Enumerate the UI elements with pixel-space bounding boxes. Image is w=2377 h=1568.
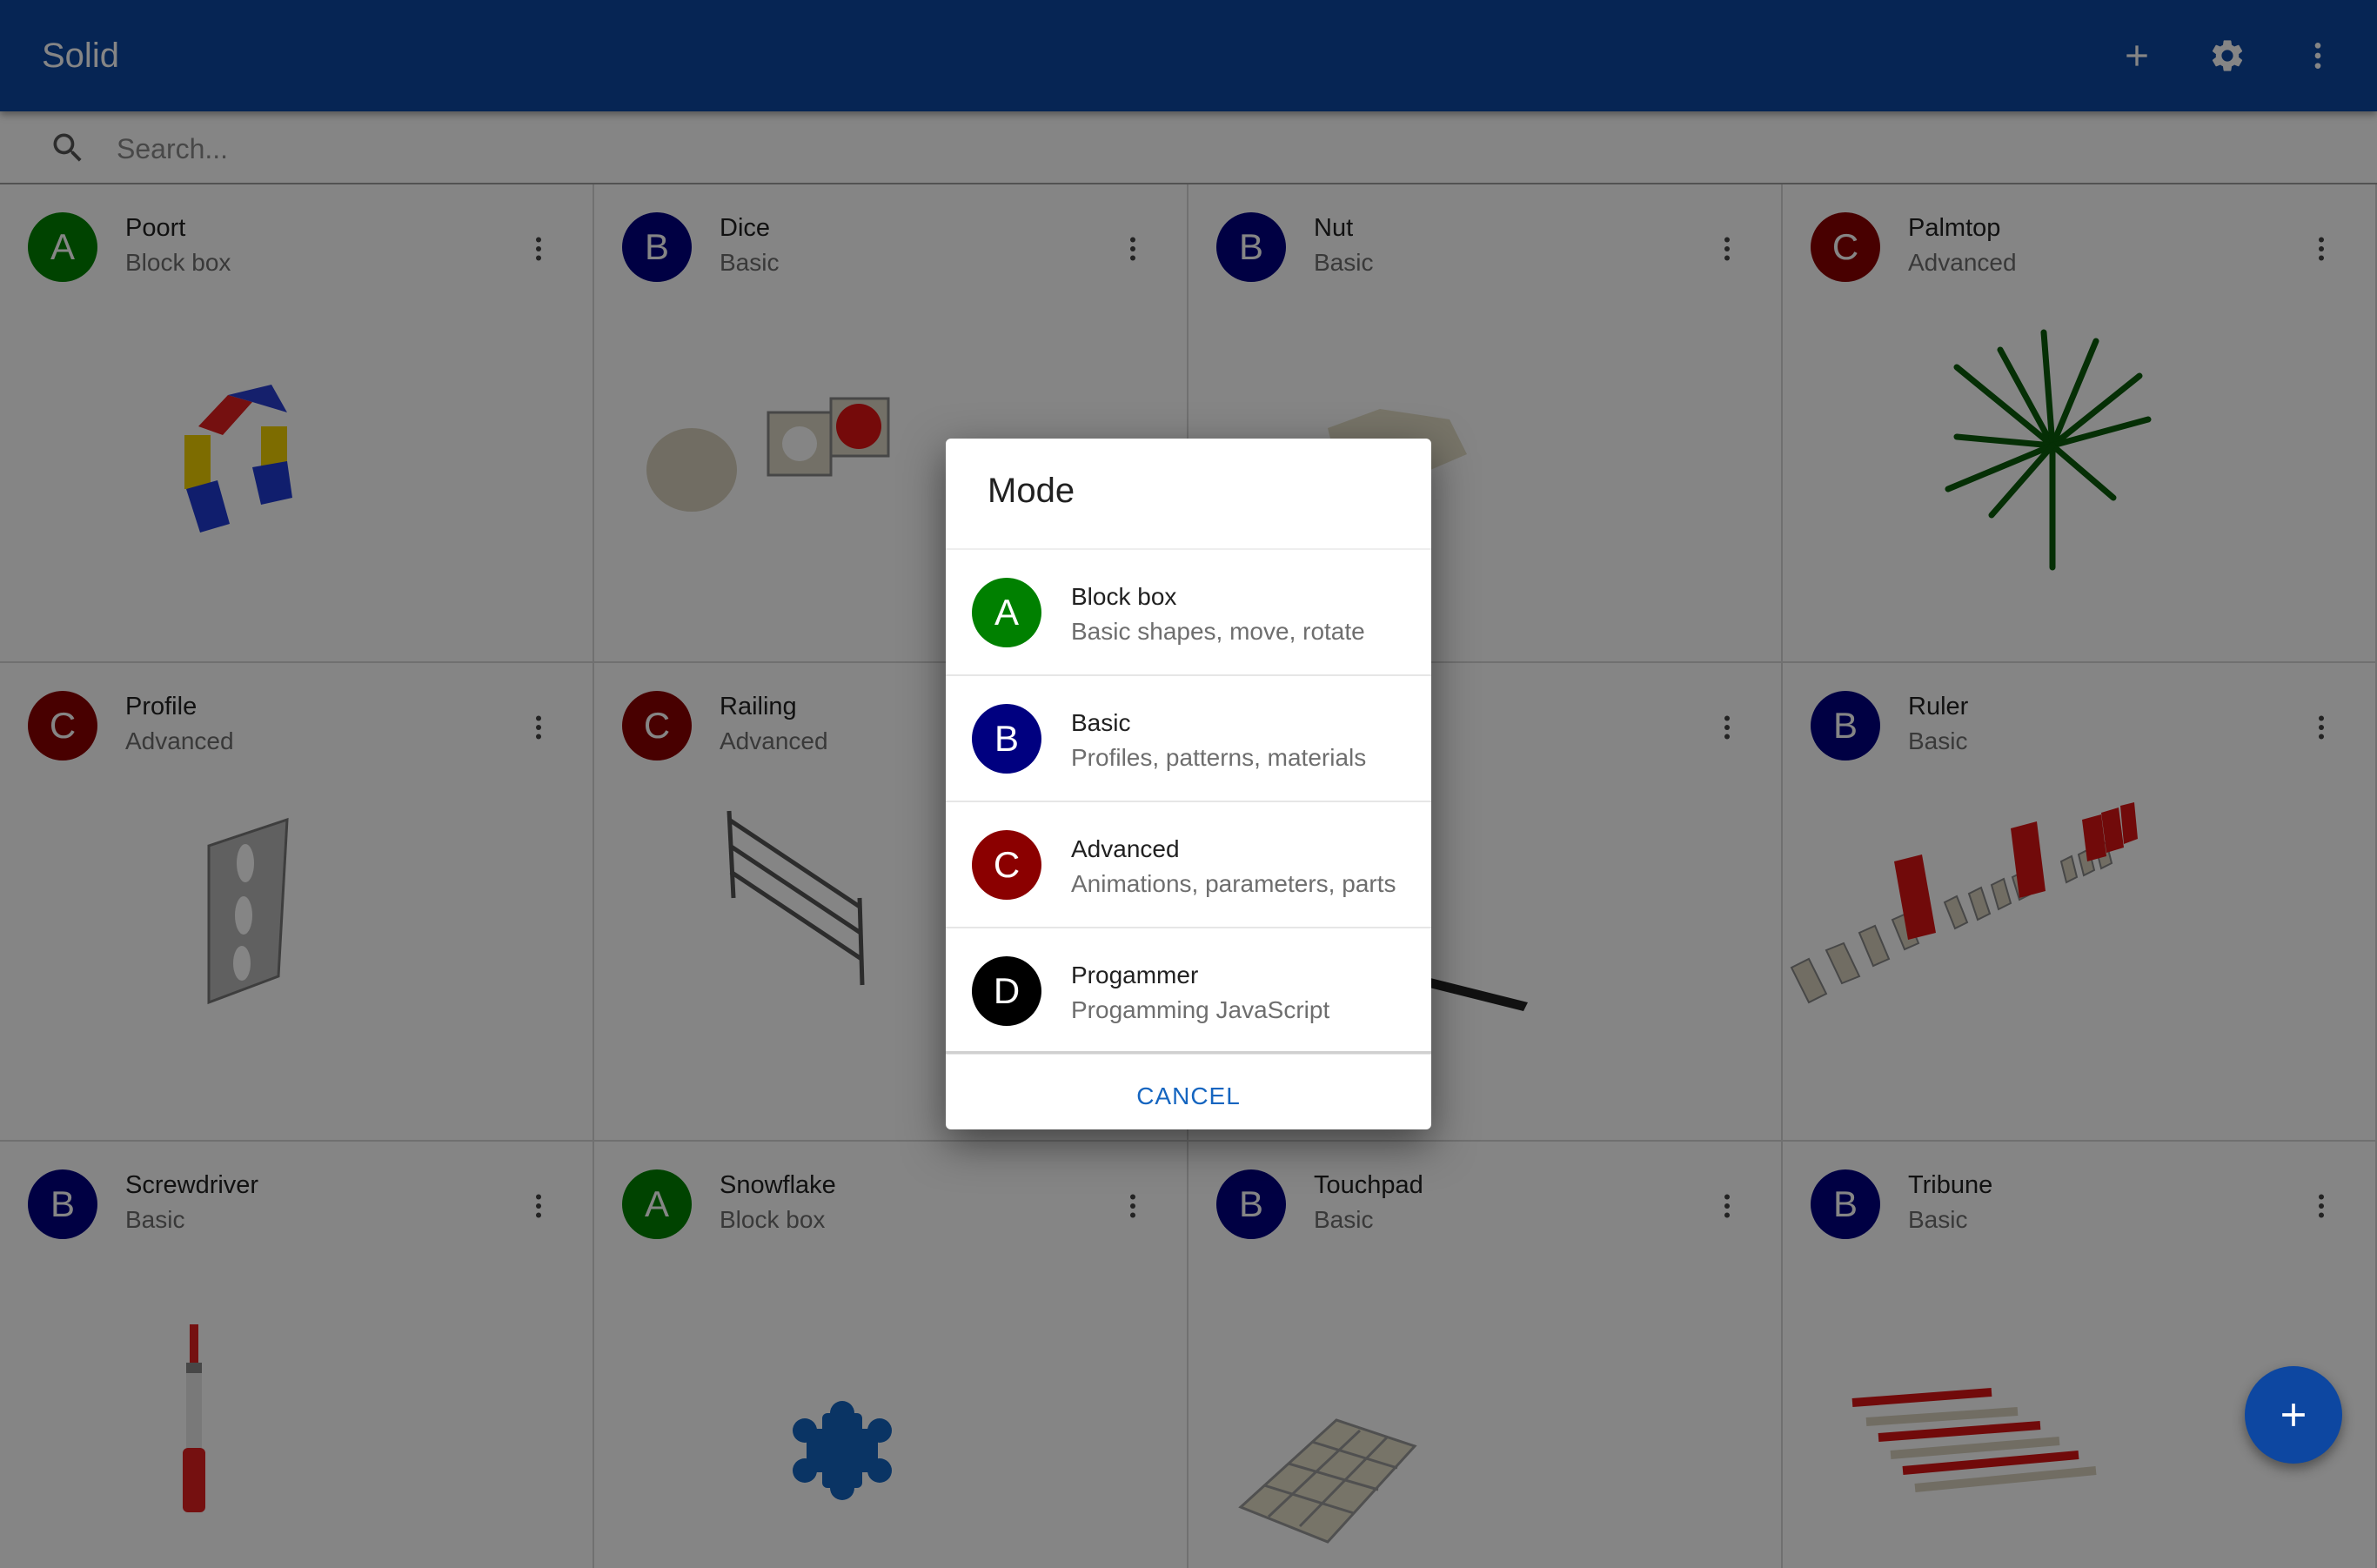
mode-list: A Block box Basic shapes, move, rotate B…	[946, 548, 1431, 1055]
mode-option-description: Basic shapes, move, rotate	[1071, 618, 1365, 645]
mode-option-title: Basic	[1071, 709, 1131, 736]
mode-option-programmer[interactable]: D Progammer Progamming JavaScript	[946, 928, 1431, 1055]
add-icon	[2282, 1404, 2305, 1426]
mode-option-description: Progamming JavaScript	[1071, 996, 1330, 1023]
mode-option-title: Advanced	[1071, 835, 1180, 862]
mode-option-description: Profiles, patterns, materials	[1071, 744, 1367, 771]
app-root: Solid A Poort Block box	[0, 0, 2377, 1568]
mode-option-title: Progammer	[1071, 962, 1199, 988]
mode-dialog: Mode A Block box Basic shapes, move, rot…	[946, 439, 1431, 1129]
mode-option-description: Animations, parameters, parts	[1071, 870, 1396, 897]
mode-avatar: C	[972, 830, 1041, 900]
add-project-fab[interactable]	[2245, 1366, 2342, 1464]
dialog-title: Mode	[988, 472, 1075, 510]
mode-option-basic[interactable]: B Basic Profiles, patterns, materials	[946, 676, 1431, 802]
mode-option-advanced[interactable]: C Advanced Animations, parameters, parts	[946, 802, 1431, 928]
cancel-button[interactable]: CANCEL	[1108, 1070, 1269, 1122]
mode-avatar: B	[972, 704, 1041, 774]
dialog-divider	[946, 1051, 1431, 1054]
mode-avatar: A	[972, 578, 1041, 647]
mode-avatar: D	[972, 956, 1041, 1026]
mode-option-title: Block box	[1071, 583, 1177, 610]
mode-option-block-box[interactable]: A Block box Basic shapes, move, rotate	[946, 550, 1431, 676]
